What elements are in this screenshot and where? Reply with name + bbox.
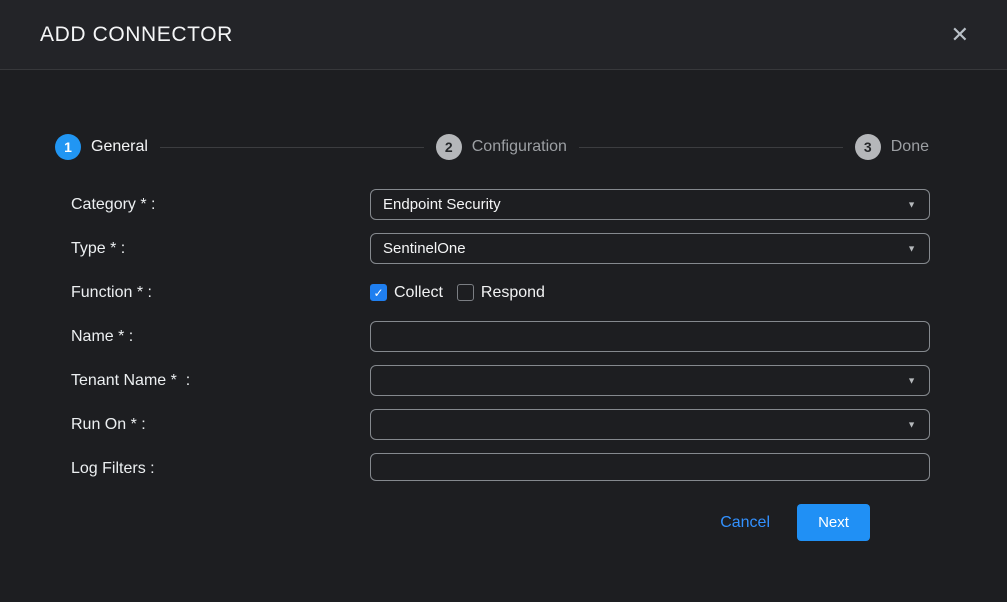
close-icon: ✕ bbox=[951, 22, 969, 47]
name-input[interactable] bbox=[370, 321, 930, 352]
step-configuration[interactable]: 2 Configuration bbox=[436, 134, 567, 160]
form-row-tenant-name: Tenant Name * : ▼ bbox=[71, 365, 930, 396]
check-icon: ✓ bbox=[373, 287, 383, 299]
step-number-badge: 2 bbox=[436, 134, 462, 160]
checkbox-box: ✓ bbox=[370, 284, 387, 301]
modal-header: ADD CONNECTOR ✕ bbox=[0, 0, 1007, 70]
close-button[interactable]: ✕ bbox=[943, 20, 977, 50]
form-row-category: Category * : Endpoint Security ▼ bbox=[71, 189, 930, 220]
step-general[interactable]: 1 General bbox=[55, 134, 148, 160]
category-label: Category * : bbox=[71, 196, 370, 214]
log-filters-input[interactable] bbox=[370, 453, 930, 481]
wizard-stepper: 1 General 2 Configuration 3 Done bbox=[55, 134, 929, 160]
tenant-name-label: Tenant Name * : bbox=[71, 372, 370, 390]
next-button[interactable]: Next bbox=[797, 504, 870, 541]
add-connector-modal: ADD CONNECTOR ✕ 1 General 2 Configuratio… bbox=[0, 0, 1007, 602]
respond-checkbox[interactable]: ✓ Respond bbox=[457, 284, 545, 302]
type-select-value: SentinelOne bbox=[383, 240, 466, 257]
form-row-log-filters: Log Filters : bbox=[71, 453, 930, 484]
step-label: Configuration bbox=[472, 138, 567, 156]
step-connector-line bbox=[160, 147, 424, 148]
respond-checkbox-label: Respond bbox=[481, 284, 545, 302]
category-select-value: Endpoint Security bbox=[383, 196, 501, 213]
step-label: Done bbox=[891, 138, 929, 156]
checkbox-box: ✓ bbox=[457, 284, 474, 301]
type-select[interactable]: SentinelOne bbox=[370, 233, 930, 264]
step-connector-line bbox=[579, 147, 843, 148]
form-row-name: Name * : bbox=[71, 321, 930, 352]
modal-body: 1 General 2 Configuration 3 Done Categor… bbox=[0, 70, 1007, 602]
connector-form: Category * : Endpoint Security ▼ Type * … bbox=[71, 189, 930, 541]
form-row-run-on: Run On * : ▼ bbox=[71, 409, 930, 440]
modal-footer: Cancel Next bbox=[71, 504, 870, 541]
run-on-select[interactable] bbox=[370, 409, 930, 440]
step-label: General bbox=[91, 138, 148, 156]
tenant-name-select[interactable] bbox=[370, 365, 930, 396]
step-number-badge: 3 bbox=[855, 134, 881, 160]
type-label: Type * : bbox=[71, 240, 370, 258]
function-label: Function * : bbox=[71, 284, 370, 302]
category-select[interactable]: Endpoint Security bbox=[370, 189, 930, 220]
step-done[interactable]: 3 Done bbox=[855, 134, 929, 160]
collect-checkbox-label: Collect bbox=[394, 284, 443, 302]
log-filters-label: Log Filters : bbox=[71, 460, 370, 478]
step-number-badge: 1 bbox=[55, 134, 81, 160]
cancel-button[interactable]: Cancel bbox=[720, 514, 770, 532]
collect-checkbox[interactable]: ✓ Collect bbox=[370, 284, 443, 302]
run-on-label: Run On * : bbox=[71, 416, 370, 434]
form-row-function: Function * : ✓ Collect ✓ Respond bbox=[71, 277, 930, 308]
modal-title: ADD CONNECTOR bbox=[40, 23, 943, 47]
form-row-type: Type * : SentinelOne ▼ bbox=[71, 233, 930, 264]
name-label: Name * : bbox=[71, 328, 370, 346]
